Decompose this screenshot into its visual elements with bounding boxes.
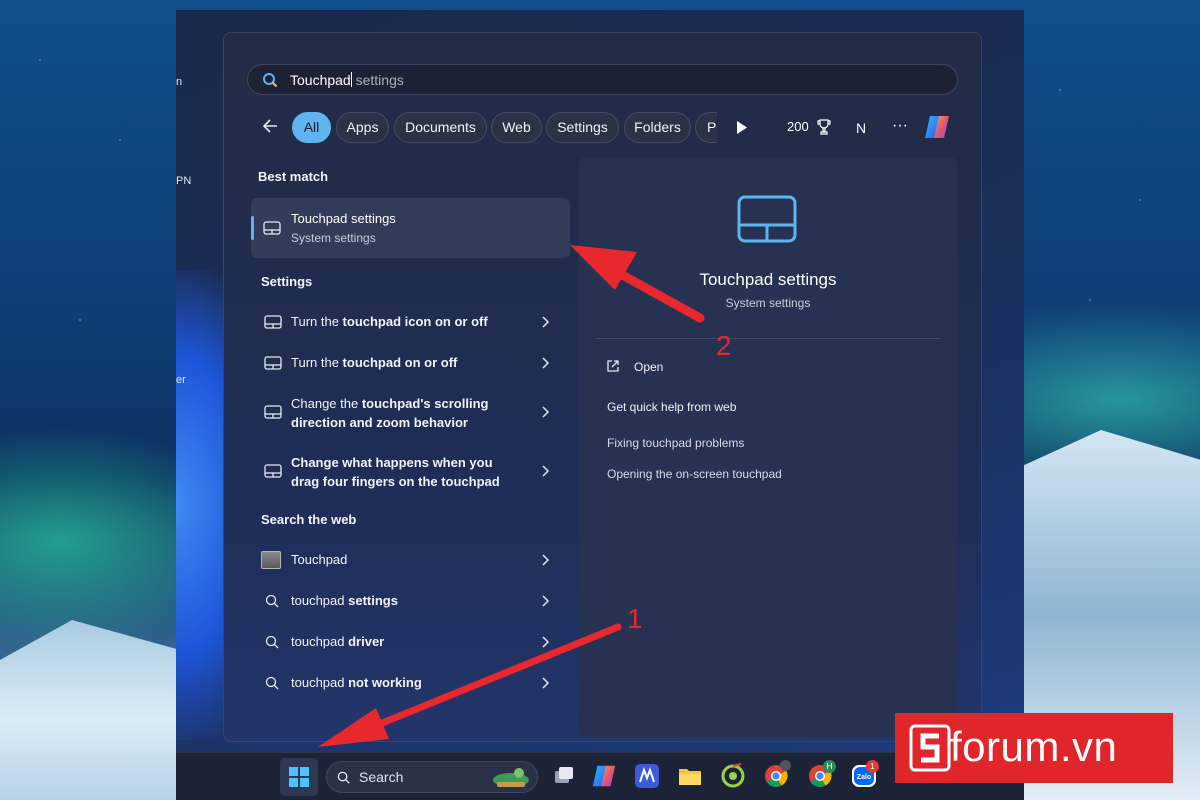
watermark-text: forum.vn [950, 723, 1118, 770]
annotation-step-1: 1 [627, 603, 643, 634]
annotation-arrow-1 [318, 623, 622, 747]
annotation-arrows [318, 245, 705, 747]
annotation-arrow-2 [570, 245, 705, 323]
annotation-step-2: 2 [716, 330, 732, 361]
watermark-logo-icon [909, 724, 951, 772]
